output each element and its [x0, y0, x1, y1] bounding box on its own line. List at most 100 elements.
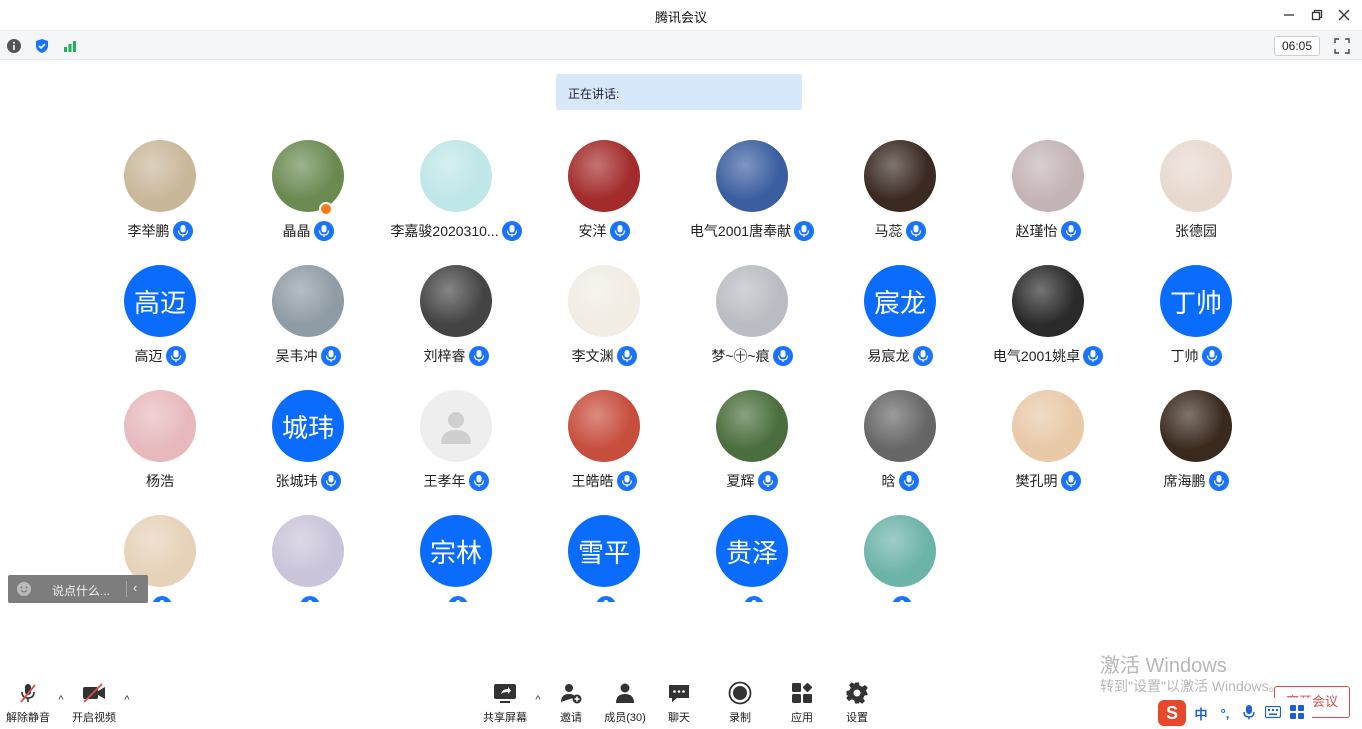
mic-status-icon — [891, 596, 912, 602]
settings-label: 设置 — [846, 712, 868, 724]
security-shield-icon[interactable] — [34, 38, 50, 54]
sogou-ime-icon[interactable]: S — [1158, 700, 1186, 726]
mic-status-icon — [1208, 471, 1229, 491]
mic-status-icon — [1201, 346, 1222, 366]
host-badge-icon — [319, 202, 333, 216]
participant-tile[interactable]: 高迈 高迈 — [86, 265, 234, 375]
punctuation-icon[interactable]: °, — [1216, 706, 1234, 721]
activation-watermark-title: 激活 Windows — [1100, 655, 1227, 677]
mic-status-icon — [616, 346, 637, 366]
participant-tile[interactable]: 安洋 — [530, 140, 678, 250]
participant-tile[interactable]: 城玮 张城玮 — [234, 390, 382, 500]
chat-input[interactable]: 说点什么... ‹ — [8, 575, 148, 603]
participant-tile[interactable]: 电气2001唐奉献 — [678, 140, 826, 250]
minimize-icon[interactable] — [1279, 6, 1299, 24]
emoji-icon[interactable] — [16, 581, 32, 597]
participant-tile[interactable]: 李举鹏 — [86, 140, 234, 250]
mic-status-icon — [609, 221, 630, 241]
participant-tile[interactable]: 梦~㊉~痕 — [678, 265, 826, 375]
participant-name-row: 席海鹏 — [1122, 470, 1270, 492]
participant-tile[interactable]: 刘梓睿 — [382, 265, 530, 375]
share-screen-button[interactable]: 共享屏幕 — [475, 680, 535, 726]
participant-tile[interactable] — [826, 515, 974, 602]
participant-tile[interactable]: 晗 — [826, 390, 974, 500]
participant-name: 李嘉骏2020310... — [390, 223, 499, 239]
participant-tile[interactable]: 雪平 — [530, 515, 678, 602]
avatar: 城玮 — [272, 390, 344, 462]
invite-button[interactable]: 邀请 — [541, 680, 601, 726]
start-video-button[interactable]: 开启视频 — [64, 680, 124, 726]
close-icon[interactable] — [1334, 6, 1354, 24]
mic-status-icon — [1083, 346, 1104, 366]
mic-status-icon — [165, 346, 186, 366]
chat-button[interactable]: 聊天 — [649, 680, 709, 726]
participant-tile[interactable]: 王皓皓 — [530, 390, 678, 500]
participant-tile[interactable]: 李嘉骏2020310... — [382, 140, 530, 250]
unmute-button[interactable]: 解除静音 — [0, 680, 58, 726]
participant-name-row: 李文渊 — [530, 345, 678, 367]
members-button[interactable]: 成员(30) — [595, 680, 655, 726]
participant-name-row — [382, 595, 530, 602]
settings-button[interactable]: 设置 — [827, 680, 887, 726]
participant-tile[interactable]: 张德园 — [1122, 140, 1270, 250]
participant-name-row: 易宸龙 — [826, 345, 974, 367]
avatar — [1012, 265, 1084, 337]
avatar — [420, 390, 492, 462]
participant-name-row: 张德园 — [1122, 220, 1270, 242]
mic-muted-icon — [15, 680, 41, 706]
participant-name-row: 梦~㊉~痕 — [678, 345, 826, 367]
video-options-chevron-icon[interactable]: ^ — [122, 694, 132, 706]
participant-tile[interactable] — [234, 515, 382, 602]
avatar — [124, 140, 196, 212]
keyboard-icon[interactable] — [1264, 705, 1282, 721]
record-button[interactable]: 录制 — [710, 680, 770, 726]
participant-name: 张城玮 — [275, 473, 318, 489]
participant-name: 张德园 — [1175, 223, 1217, 239]
participant-tile[interactable]: 宸龙 易宸龙 — [826, 265, 974, 375]
avatar — [124, 390, 196, 462]
voice-input-icon[interactable] — [1240, 704, 1258, 723]
gear-icon — [844, 680, 870, 706]
participant-tile[interactable]: 李文渊 — [530, 265, 678, 375]
chevron-left-icon[interactable]: ‹ — [133, 580, 137, 595]
ime-toolbox-icon[interactable] — [1288, 704, 1306, 722]
participant-tile[interactable]: 夏辉 — [678, 390, 826, 500]
mic-status-icon — [616, 471, 637, 491]
restore-icon[interactable] — [1307, 6, 1327, 24]
network-signal-icon[interactable] — [62, 38, 78, 54]
info-icon[interactable] — [6, 38, 22, 54]
participant-tile[interactable]: 贵泽 — [678, 515, 826, 602]
ime-language-toggle[interactable]: 中 — [1192, 704, 1210, 723]
fullscreen-icon[interactable] — [1334, 38, 1350, 54]
participant-tile[interactable]: 吴韦冲 — [234, 265, 382, 375]
chat-label: 聊天 — [668, 712, 690, 724]
apps-button[interactable]: 应用 — [772, 680, 832, 726]
participant-name: 晗 — [881, 473, 896, 489]
avatar — [568, 390, 640, 462]
participant-tile[interactable]: 赵瑾怡 — [974, 140, 1122, 250]
avatar: 丁帅 — [1160, 265, 1232, 337]
participant-name-row: 李嘉骏2020310... — [382, 220, 530, 242]
participant-tile[interactable]: 电气2001姚卓 — [974, 265, 1122, 375]
participant-tile[interactable]: 晶晶 — [234, 140, 382, 250]
participant-name-row — [826, 595, 974, 602]
apps-label: 应用 — [791, 712, 813, 724]
avatar-initials: 贵泽 — [725, 537, 778, 568]
activation-watermark-hint: 转到"设置"以激活 Windows。 — [1100, 678, 1283, 694]
mic-status-icon — [1060, 221, 1081, 241]
mic-status-icon — [299, 596, 320, 602]
participant-tile[interactable]: 樊孔明 — [974, 390, 1122, 500]
window-title: 腾讯会议 — [654, 10, 707, 25]
participant-name: 丁帅 — [1170, 348, 1199, 364]
mic-status-icon — [313, 221, 334, 241]
participant-tile[interactable]: 王孝年 — [382, 390, 530, 500]
participant-tile[interactable]: 马蕊 — [826, 140, 974, 250]
mic-status-icon — [468, 471, 489, 491]
participant-tile[interactable]: 席海鹏 — [1122, 390, 1270, 500]
participant-tile[interactable]: 宗林 — [382, 515, 530, 602]
participant-grid: 李举鹏 晶晶 李嘉骏2020310... 安洋 电气2001唐奉献 马蕊 赵瑾怡张德园高迈高… — [86, 140, 1276, 602]
participant-tile[interactable]: 丁帅 丁帅 — [1122, 265, 1270, 375]
participant-tile[interactable]: 杨浩 — [86, 390, 234, 500]
avatar — [864, 140, 936, 212]
participant-name-row: 刘梓睿 — [382, 345, 530, 367]
